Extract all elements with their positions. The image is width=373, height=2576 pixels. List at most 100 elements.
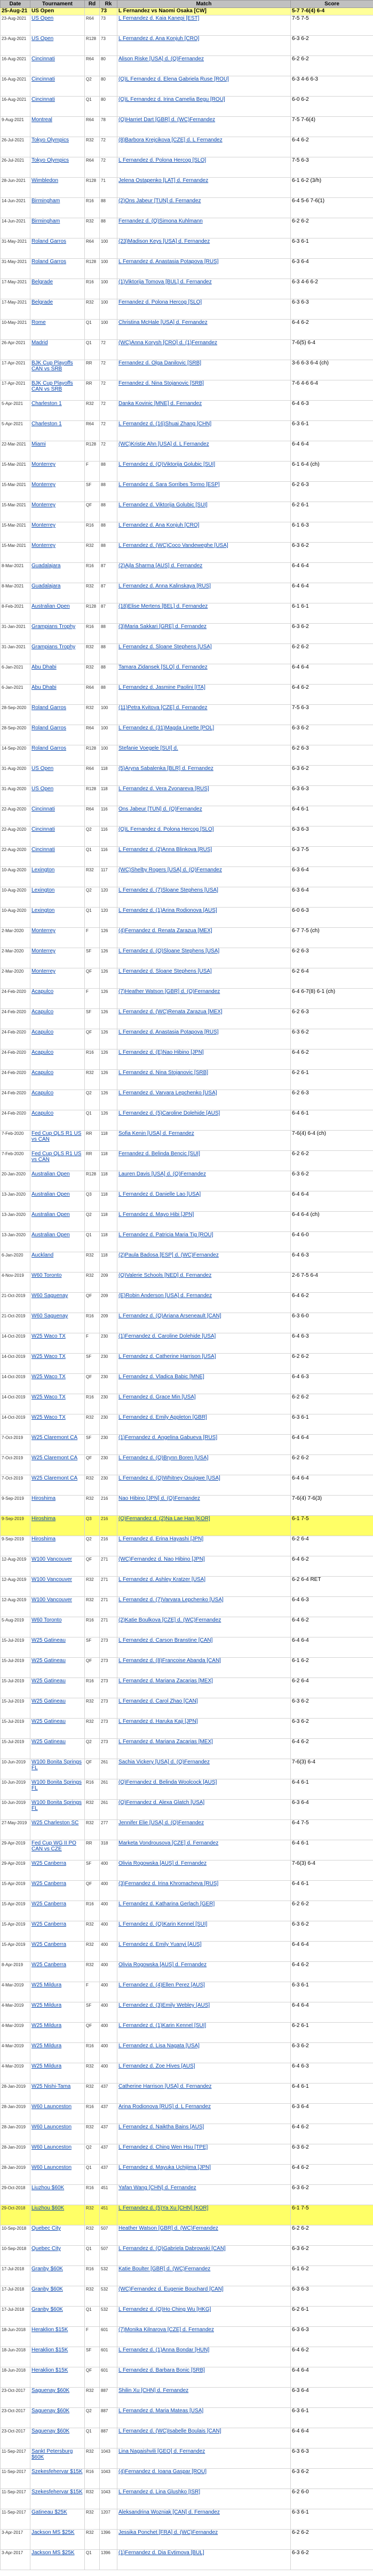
- cell-match-link[interactable]: L Fernandez d. (3)Emily Webley [AUS]: [118, 2003, 210, 2009]
- cell-match-link[interactable]: L Fernandez d. Danielle Lao [USA]: [118, 1192, 201, 1198]
- cell-tournament-link[interactable]: Szekesfehervar $15K: [31, 2469, 83, 2475]
- cell-tournament-link[interactable]: W60 Launceston: [31, 2125, 72, 2130]
- cell-match-link[interactable]: Christina McHale [USA] d. Fernandez: [118, 320, 208, 326]
- cell-tournament-link[interactable]: Lexington: [31, 908, 54, 914]
- cell-match-link[interactable]: L Fernandez d. Ana Konjuh [CRO]: [118, 523, 199, 529]
- cell-match-link[interactable]: L Fernandez d. Naiktha Bains [AUS]: [118, 2125, 204, 2130]
- cell-match-link[interactable]: (WC)Fernandez d. Nao Hibino [JPN]: [118, 1557, 205, 1563]
- cell-tournament-link[interactable]: Saguenay $60K: [31, 2388, 69, 2394]
- cell-match-link[interactable]: L Fernandez d. (Q)Ariana Arseneault [CAN…: [118, 1314, 221, 1319]
- cell-tournament-link[interactable]: Roland Garros: [31, 726, 66, 732]
- cell-match-link[interactable]: (3)Maria Sakkari [GRE] d. Fernandez: [118, 624, 207, 630]
- cell-tournament-link[interactable]: Granby $60K: [31, 2267, 63, 2272]
- cell-tournament-link[interactable]: W25 Mildura: [31, 2044, 61, 2049]
- cell-tournament-link[interactable]: W25 Gatineau: [31, 1638, 66, 1644]
- cell-tournament-link[interactable]: Cincinnati: [31, 847, 55, 853]
- cell-match-link[interactable]: (2)Katie Boulkova [CZE] d. (WC)Fernandez: [118, 1618, 221, 1624]
- cell-match-link[interactable]: Jennifer Elie [USA] d. (Q)Fernandez: [118, 1820, 204, 1826]
- cell-match-link[interactable]: Marketa Vondrousova [CZE] d. Fernandez: [118, 1841, 218, 1847]
- cell-tournament-link[interactable]: Fed Cup QLS R1 US vs CAN: [31, 1131, 81, 1143]
- cell-match-link[interactable]: L Fernandez d. Vladica Babic [MNE]: [118, 1374, 204, 1380]
- cell-tournament-link[interactable]: Monterrey: [31, 949, 55, 955]
- cell-match-link[interactable]: L Fernandez d. (Q)Brynn Boren [USA]: [118, 1456, 209, 1461]
- cell-tournament-link[interactable]: W25 Nishi-Tama: [31, 2084, 70, 2090]
- cell-match-link[interactable]: L Fernandez d. Carol Zhao [CAN]: [118, 1699, 198, 1705]
- cell-match-link[interactable]: L Fernandez d. (16)Shuai Zhang [CHN]: [118, 422, 211, 427]
- cell-tournament-link[interactable]: Roland Garros: [31, 259, 66, 265]
- header-round[interactable]: Rd: [84, 0, 100, 8]
- cell-tournament-link[interactable]: Fed Cup WG II PO CAN vs CZE: [31, 1841, 76, 1853]
- cell-tournament-link[interactable]: Australian Open: [31, 604, 70, 610]
- cell-tournament-link[interactable]: Heraklion $15K: [31, 2368, 68, 2374]
- cell-match-link[interactable]: L Fernandez d. (1)Arina Rodionova [AUS]: [118, 908, 217, 914]
- cell-tournament-link[interactable]: Liuzhou $60K: [31, 2206, 64, 2212]
- cell-tournament-link[interactable]: Wimbledon: [31, 178, 58, 184]
- cell-match-link[interactable]: L Fernandez d. Sara Sorribes Tormo [ESP]: [118, 482, 220, 488]
- cell-match-link[interactable]: (WC)Anna Korysh [CRO] d. (1)Fernandez: [118, 340, 217, 346]
- cell-tournament-link[interactable]: Birmingham: [31, 219, 60, 225]
- cell-tournament-link[interactable]: Acapulco: [31, 1009, 53, 1015]
- cell-tournament-link[interactable]: Abu Dhabi: [31, 665, 57, 671]
- cell-match-link[interactable]: Fernandez d. Belinda Bencic [SUI]: [118, 1151, 200, 1157]
- cell-tournament-link[interactable]: Australian Open: [31, 1233, 70, 1238]
- cell-match-link[interactable]: L Fernandez d. (1)Anna Bondar [HUN]: [118, 2348, 209, 2354]
- cell-match-link[interactable]: (Q)Valerie Schools [NED] d. Fernandez: [118, 1273, 211, 1279]
- cell-match-link[interactable]: (7)Heather Watson [GBR] d. (Q)Fernandez: [118, 989, 220, 995]
- cell-tournament-link[interactable]: Charleston 1: [31, 401, 62, 407]
- cell-tournament-link[interactable]: Belgrade: [31, 300, 53, 306]
- cell-match-link[interactable]: L Fernandez d. Mayuka Uchijima [JPN]: [118, 2165, 211, 2171]
- cell-match-link[interactable]: Alison Riske [USA] d. (Q)Fernandez: [118, 57, 204, 62]
- cell-tournament-link[interactable]: W100 Vancouver: [31, 1557, 72, 1563]
- cell-match-link[interactable]: (11)Petra Kvitova [CZE] d. Fernandez: [118, 705, 208, 711]
- cell-match-link[interactable]: (2)Ons Jabeur [TUN] d. Fernandez: [118, 198, 201, 204]
- cell-tournament-link[interactable]: W25 Claremont CA: [31, 1476, 77, 1482]
- cell-tournament-link[interactable]: Quebec City: [31, 2246, 61, 2252]
- cell-tournament-link[interactable]: W25 Mildura: [31, 2064, 61, 2070]
- cell-match-link[interactable]: (8)Barbora Krejcikova [CZE] d. L Fernand…: [118, 138, 223, 144]
- cell-tournament-link[interactable]: Granby $60K: [31, 2287, 63, 2293]
- cell-match-link[interactable]: L Fernandez d. Jasmine Paolini [ITA]: [118, 685, 205, 691]
- cell-tournament-link[interactable]: Charleston 1: [31, 422, 62, 427]
- cell-tournament-link[interactable]: Saguenay $60K: [31, 2408, 69, 2414]
- cell-tournament-link[interactable]: Sankt Petersburg $60K: [31, 2449, 73, 2461]
- cell-match-link[interactable]: L Fernandez d. Carson Branstine [CAN]: [118, 1638, 212, 1644]
- cell-tournament-link[interactable]: Montreal: [31, 117, 52, 123]
- cell-match-link[interactable]: (WC)Shelby Rogers [USA] d. (Q)Fernandez: [118, 868, 222, 873]
- cell-tournament-link[interactable]: Roland Garros: [31, 746, 66, 752]
- cell-match-link[interactable]: L Fernandez d. (4)Ellen Perez [AUS]: [118, 1983, 205, 1989]
- cell-match-link[interactable]: (WC)Fernandez d. Eugenie Bouchard [CAN]: [118, 2287, 224, 2293]
- cell-match-link[interactable]: L Fernandez d. Grace Min [USA]: [118, 1395, 196, 1401]
- cell-match-link[interactable]: (Q)L Fernandez d. Elena Gabriela Ruse [R…: [118, 77, 229, 83]
- cell-tournament-link[interactable]: W100 Bonita Springs FL: [31, 1800, 82, 1812]
- cell-tournament-link[interactable]: W60 Launceston: [31, 2104, 72, 2110]
- cell-tournament-link[interactable]: Monterrey: [31, 503, 55, 508]
- cell-tournament-link[interactable]: Liuzhou $60K: [31, 2185, 64, 2191]
- cell-tournament-link[interactable]: W25 Mildura: [31, 2023, 61, 2029]
- cell-tournament-link[interactable]: Roland Garros: [31, 705, 66, 711]
- cell-match-link[interactable]: Fernandez d. Polona Hercog [SLO]: [118, 300, 202, 306]
- header-rank[interactable]: Rk: [99, 0, 117, 8]
- cell-match-link[interactable]: L Fernandez d. (1)Karin Kennel [SUI]: [118, 2023, 206, 2029]
- header-score[interactable]: Score: [290, 0, 373, 8]
- cell-match-link[interactable]: L Fernandez d. Patricia Maria Tig [ROU]: [118, 1233, 213, 1238]
- cell-tournament-link[interactable]: Quebec City: [31, 2226, 61, 2232]
- cell-match-link[interactable]: (2)Paula Badosa [ESP] d. (WC)Fernandez: [118, 1253, 219, 1259]
- cell-tournament-link[interactable]: Fed Cup QLS R1 US vs CAN: [31, 1151, 81, 1163]
- cell-match-link[interactable]: Heather Watson [GBR] d. (WC)Fernandez: [118, 2226, 218, 2232]
- cell-match-link[interactable]: L Fernandez d. (5)Caroline Dolehide [AUS…: [118, 1111, 220, 1117]
- cell-match-link[interactable]: L Fernandez d. Mariana Zacarias [MEX]: [118, 1739, 213, 1745]
- cell-tournament-link[interactable]: Guadalajara: [31, 584, 60, 590]
- cell-tournament-link[interactable]: Monterrey: [31, 462, 55, 468]
- cell-tournament-link[interactable]: BJK Cup Playoffs CAN vs SRB: [31, 361, 73, 372]
- cell-tournament-link[interactable]: Acapulco: [31, 989, 53, 995]
- cell-match-link[interactable]: Yafan Wang [CHN] d. Fernandez: [118, 2185, 196, 2191]
- cell-tournament-link[interactable]: W60 Saguenay: [31, 1314, 68, 1319]
- cell-match-link[interactable]: L Fernandez d. (31)Magda Linette [POL]: [118, 726, 214, 732]
- cell-tournament-link[interactable]: Grampians Trophy: [31, 645, 75, 650]
- cell-tournament-link[interactable]: Gatineau $25K: [31, 2510, 67, 2516]
- cell-tournament-link[interactable]: W100 Bonita Springs FL: [31, 1760, 82, 1771]
- cell-match-link[interactable]: L Fernandez d. Sloane Stephens [USA]: [118, 969, 212, 975]
- cell-match-link[interactable]: (WC)Kristie Ahn [USA] d. L Fernandez: [118, 442, 209, 448]
- cell-match-link[interactable]: L Fernandez d. Ashley Kratzer [USA]: [118, 1577, 205, 1583]
- cell-match-link[interactable]: (18)Elise Mertens [BEL] d. Fernandez: [118, 604, 208, 610]
